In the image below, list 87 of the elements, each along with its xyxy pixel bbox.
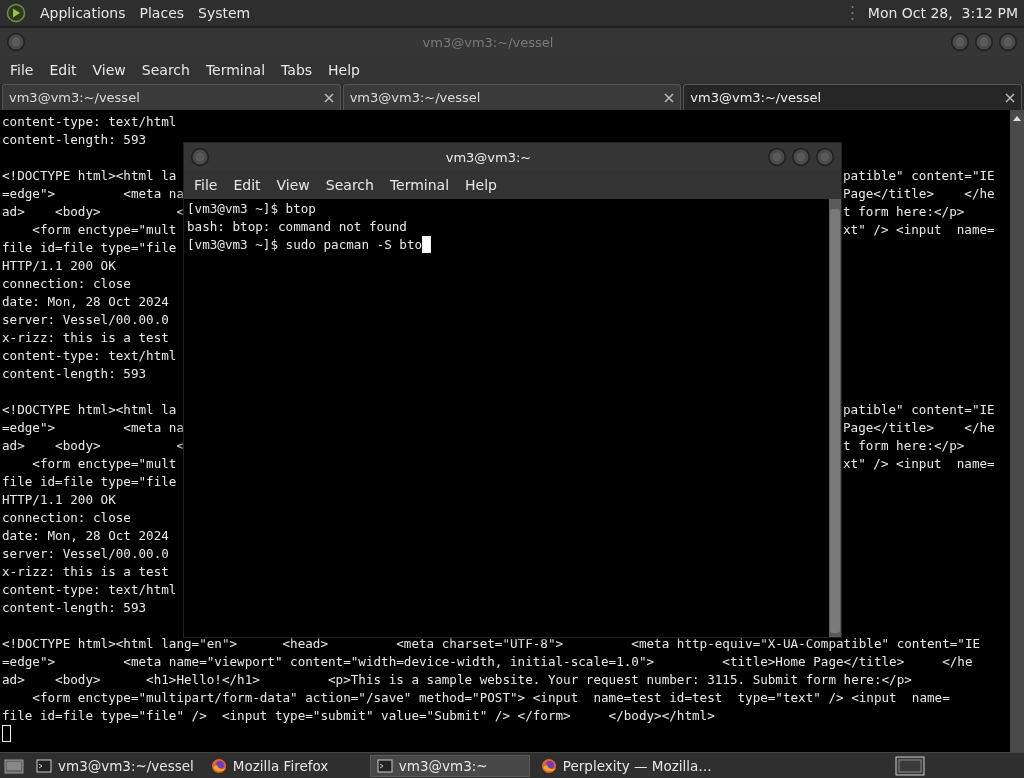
- terminal-line: <form enctype="mult: [31, 222, 177, 237]
- terminal-line: patible" content="IE: [843, 401, 995, 419]
- menu-item[interactable]: View: [86, 60, 132, 80]
- taskbar-item[interactable]: vm3@vm3:~/vessel: [30, 754, 200, 777]
- tab[interactable]: vm3@vm3:~/vessel: [342, 84, 682, 110]
- terminal-line: x-rizz: this is a test: [2, 564, 169, 579]
- menu-item[interactable]: Edit: [227, 175, 267, 195]
- logo-icon[interactable]: [6, 3, 26, 23]
- menu-item[interactable]: Help: [322, 60, 366, 80]
- fox-globe-icon: [210, 757, 227, 774]
- tab[interactable]: vm3@vm3:~/vessel: [2, 84, 341, 110]
- menu-item[interactable]: Search: [135, 60, 196, 80]
- close-button[interactable]: [815, 147, 835, 167]
- terminal-line: HTTP/1.1 200 OK: [2, 492, 116, 507]
- terminal-line: xt" /> <input name=: [843, 221, 995, 239]
- terminal-line: server: Vessel/00.00.0: [2, 546, 169, 561]
- terminal-line: <!DOCTYPE html><html la: [2, 168, 177, 183]
- terminal-icon: [376, 757, 393, 774]
- terminal-line: t form here:</p>: [843, 203, 965, 221]
- window-title: vm3@vm3:~: [444, 149, 533, 165]
- menu-item[interactable]: Tabs: [275, 60, 319, 80]
- terminal-line: <!DOCTYPE html><html lang="en"> <head> <meta charset="UTF-8"> <meta http-equiv="X-UA-Compatible" content="IE: [2, 636, 981, 651]
- menu-item[interactable]: Search: [319, 175, 380, 195]
- panel-menu[interactable]: Places: [139, 5, 185, 21]
- terminal-line: connection: close: [2, 276, 131, 291]
- handle-icon[interactable]: [850, 4, 854, 22]
- terminal-line: Page</title> </he: [843, 185, 995, 203]
- menu-item[interactable]: File: [188, 175, 224, 195]
- terminal-line: Page</title> </he: [843, 419, 995, 437]
- menu-item[interactable]: View: [270, 175, 316, 195]
- terminal-line: =edge"> <meta na: [2, 420, 184, 435]
- terminal-line: content-type: text/html: [2, 114, 177, 129]
- terminal-line: server: Vessel/00.00.0: [2, 312, 169, 327]
- terminal-line: bash: btop: command not found: [187, 219, 407, 234]
- tab[interactable]: vm3@vm3:~/vessel: [683, 84, 1022, 110]
- minimize-button[interactable]: [950, 32, 970, 52]
- terminal-line: t form here:</p>: [843, 437, 965, 455]
- close-icon[interactable]: [664, 92, 675, 103]
- terminal-line: file id=file type="file: [2, 474, 177, 489]
- window-title: vm3@vm3:~/vessel: [421, 34, 555, 50]
- close-icon[interactable]: [323, 92, 334, 103]
- terminal-icon: [36, 757, 52, 774]
- terminal-line: date: Mon, 28 Oct 2024: [2, 528, 169, 543]
- terminal-line: content-length: 593: [2, 132, 147, 147]
- terminal-line: [vm3@vm3 ~]$ sudo pacman -S bto: [187, 237, 423, 252]
- terminal-line: content-length: 593: [2, 600, 147, 615]
- terminal-line: <form enctype="multipart/form-data" action="/save" method="POST"> <input name=test id=test type="text" /> <input name=: [31, 690, 950, 705]
- terminal-line: HTTP/1.1 200 OK: [2, 258, 116, 273]
- terminal-line: =edge"> <meta na: [2, 186, 184, 201]
- terminal-line: connection: close: [2, 510, 131, 525]
- maximize-button[interactable]: [791, 147, 811, 167]
- close-icon[interactable]: [1005, 92, 1015, 103]
- fox-globe-icon: [540, 757, 557, 774]
- taskbar-item[interactable]: vm3@vm3:~: [369, 754, 530, 777]
- window-menu-button[interactable]: [6, 32, 26, 52]
- terminal-line: content-length: 593: [2, 366, 147, 381]
- terminal-line: [vm3@vm3 ~]$ btop: [187, 201, 316, 216]
- panel-menu[interactable]: System: [198, 5, 251, 21]
- terminal-line: xt" /> <input name=: [843, 455, 995, 473]
- window-menu-button[interactable]: [190, 147, 210, 167]
- terminal-line: file id=file type="file" /> <input type="submit" value="Submit" /> </form> </body></html>: [2, 708, 715, 723]
- minimize-button[interactable]: [767, 147, 787, 167]
- scroll-up-icon[interactable]: [1012, 114, 1022, 122]
- terminal-line: =edge"> <meta name="viewport" content="width=device-width, initial-scale=1.0"> <title>Home Page</title> </he: [2, 654, 973, 669]
- terminal-line: x-rizz: this is a test: [2, 330, 169, 345]
- scrollbar[interactable]: [829, 199, 841, 637]
- terminal-line: <form enctype="mult: [31, 456, 177, 471]
- terminal-line: patible" content="IE: [843, 167, 995, 185]
- terminal-line: file id=file type="file: [2, 240, 177, 255]
- menu-item[interactable]: Terminal: [383, 175, 456, 195]
- menu-item[interactable]: Edit: [43, 60, 83, 80]
- workspace-switcher[interactable]: [895, 755, 925, 776]
- menu-item[interactable]: Terminal: [199, 60, 272, 80]
- terminal-line: <!DOCTYPE html><html la: [2, 402, 177, 417]
- taskbar-item[interactable]: Mozilla Firefox: [204, 754, 365, 777]
- maximize-button[interactable]: [974, 32, 994, 52]
- taskbar-item[interactable]: Perplexity — Mozilla…: [534, 754, 718, 777]
- close-button[interactable]: [998, 32, 1018, 52]
- terminal-line: content-type: text/html: [2, 348, 177, 363]
- terminal-line: ad> <body> <h1>Hello!</h1> <p>This is a sample website. Your request number: 3115. Submit form here:</p>: [2, 672, 912, 687]
- menu-item[interactable]: Help: [459, 175, 503, 195]
- terminal-line: content-type: text/html: [2, 582, 177, 597]
- menu-item[interactable]: File: [4, 60, 40, 80]
- clock[interactable]: Mon Oct 28, 3:12 PM: [867, 5, 1018, 21]
- panel-menu[interactable]: Applications: [40, 5, 126, 21]
- scrollbar[interactable]: [1010, 110, 1024, 752]
- terminal-line: date: Mon, 28 Oct 2024: [2, 294, 169, 309]
